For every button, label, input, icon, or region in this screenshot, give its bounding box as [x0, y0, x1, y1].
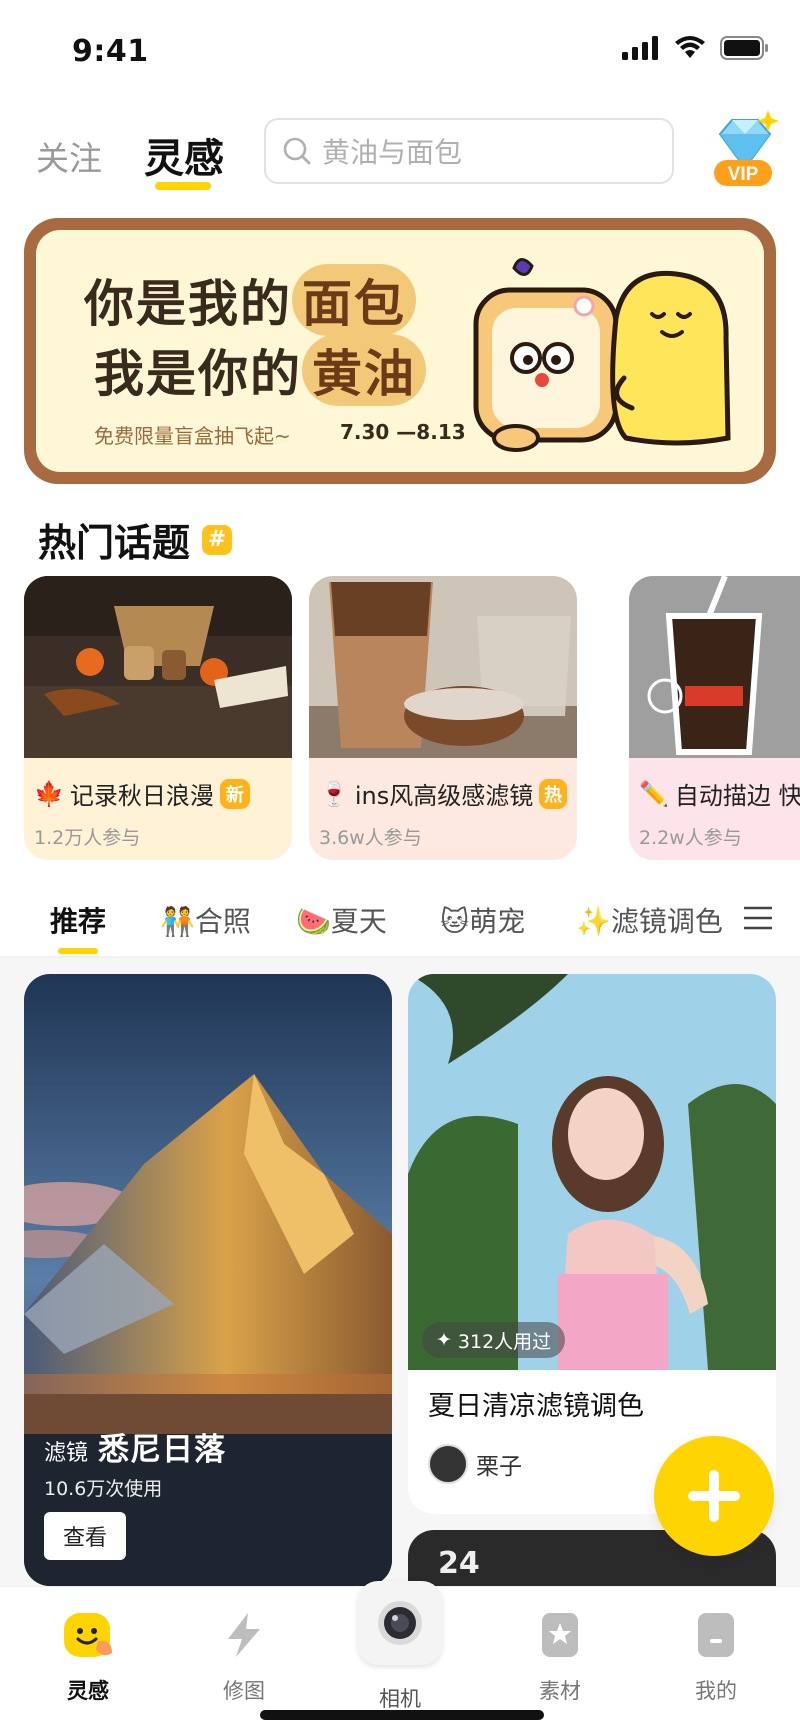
filter-label: 滤镜 悉尼日落 [44, 1424, 226, 1469]
hot-badge: 热 [539, 778, 567, 809]
sparkle-icon: ✦ [436, 1329, 452, 1351]
filter-usage-count: 10.6万次使用 [44, 1478, 163, 1500]
cellular-signal-icon [622, 36, 658, 60]
author-name: 栗子 [476, 1454, 522, 1480]
iced-coffee-image [309, 576, 577, 758]
topic-card[interactable]: 🍷 ins风高级感滤镜 热 3.6w人参与 [309, 576, 577, 860]
active-tab-indicator [155, 182, 211, 190]
topic-participants: 3.6w人参与 [319, 827, 422, 849]
create-button[interactable] [654, 1436, 774, 1556]
category-tab-recommend[interactable]: 推荐 [50, 900, 106, 940]
hashtag-icon: # [202, 524, 233, 555]
search-placeholder: 黄油与面包 [322, 136, 463, 169]
pencil-icon: ✏️ [639, 779, 669, 808]
avatar [428, 1444, 468, 1484]
summer-portrait-image [408, 974, 776, 1370]
wifi-icon [675, 36, 705, 58]
vip-label: VIP [728, 164, 759, 185]
filter-kind: 滤镜 [44, 1441, 89, 1466]
topic-card[interactable]: ✏️ 自动描边 快 2.2w人参与 [629, 576, 800, 860]
star-bookmark-icon [542, 1613, 578, 1657]
tab-follow[interactable]: 关注 [36, 132, 102, 180]
banner-highlight: 面包 [292, 264, 416, 336]
topic-name: ins风高级感滤镜 [354, 782, 534, 810]
date-number: 24 [438, 1546, 480, 1581]
plus-icon [688, 1470, 740, 1522]
lightning-icon [228, 1613, 260, 1657]
banner-content: 你是我的 面包 我是你的 黄油 免费限量盲盒抽飞起~ 7.30 —8.13 [36, 230, 764, 472]
feed-card[interactable]: 滤镜 悉尼日落 10.6万次使用 查看 [24, 974, 392, 1586]
topic-info: 🍷 ins风高级感滤镜 热 3.6w人参与 [309, 758, 577, 860]
search-icon [283, 137, 311, 165]
battery-icon [720, 36, 768, 60]
category-tab-summer[interactable]: 🍉夏天 [296, 900, 387, 940]
nav-item-edit[interactable]: 修图 [194, 1609, 294, 1705]
topic-participants: 1.2万人参与 [34, 827, 141, 849]
category-active-indicator [58, 948, 98, 954]
topic-name: 自动描边 快 [674, 782, 800, 810]
home-indicator [260, 1710, 544, 1720]
nav-label: 我的 [695, 1679, 737, 1703]
filter-name: 悉尼日落 [98, 1432, 227, 1468]
nav-item-materials[interactable]: 素材 [510, 1609, 610, 1705]
nav-label: 灵感 [67, 1679, 109, 1703]
promo-banner[interactable]: 你是我的 面包 我是你的 黄油 免费限量盲盒抽飞起~ 7.30 —8.13 [24, 218, 776, 484]
status-time: 9:41 [72, 34, 149, 69]
topic-info: 🍁 记录秋日浪漫 新 1.2万人参与 [24, 758, 292, 860]
topic-name: 记录秋日浪漫 [69, 782, 214, 810]
maple-leaf-icon: 🍁 [34, 779, 64, 808]
nav-label: 素材 [539, 1679, 581, 1703]
profile-card-icon [698, 1613, 734, 1657]
topic-card[interactable]: 🍁 记录秋日浪漫 新 1.2万人参与 [24, 576, 292, 860]
banner-headline-2: 我是你的 黄油 [94, 334, 426, 406]
usage-pill: ✦ 312人用过 [422, 1322, 566, 1358]
tab-inspire[interactable]: 灵感 [144, 126, 224, 184]
topic-title: 🍷 ins风高级感滤镜 热 [319, 776, 567, 811]
status-icons [622, 36, 770, 60]
usage-count: 312人用过 [457, 1330, 552, 1353]
topic-info: ✏️ 自动描边 快 2.2w人参与 [629, 758, 800, 860]
category-tabs: 推荐 🧑‍🤝‍🧑合照 🍉夏天 🐱萌宠 ✨滤镜调色 [0, 890, 800, 960]
banner-subtitle: 免费限量盲盒抽飞起~ [94, 424, 291, 448]
smiley-face-icon [64, 1613, 112, 1657]
topic-title: ✏️ 自动描边 快 [639, 776, 800, 811]
category-tab-filter-color[interactable]: ✨滤镜调色 [576, 900, 723, 940]
autumn-still-life-image [24, 576, 292, 758]
nav-item-profile[interactable]: 我的 [666, 1609, 766, 1705]
topic-participants: 2.2w人参与 [639, 827, 742, 849]
category-tab-pets[interactable]: 🐱萌宠 [440, 900, 525, 940]
banner-date: 7.30 —8.13 [340, 420, 466, 444]
card-title: 夏日清凉滤镜调色 [428, 1391, 644, 1422]
search-input[interactable]: 黄油与面包 [264, 118, 674, 184]
banner-text: 我是你的 [94, 345, 302, 403]
banner-highlight: 黄油 [302, 334, 426, 406]
wine-glass-icon: 🍷 [319, 779, 349, 808]
category-tab-group-photo[interactable]: 🧑‍🤝‍🧑合照 [160, 900, 251, 940]
outlined-drink-image [629, 576, 800, 758]
hot-topics-carousel[interactable]: 🍁 记录秋日浪漫 新 1.2万人参与 🍷 ins风高级感滤镜 热 3.6w人参与 [24, 576, 800, 860]
hot-topics-title: 热门话题 # [38, 512, 233, 567]
camera-button[interactable] [358, 1581, 442, 1665]
view-button[interactable]: 查看 [44, 1512, 126, 1560]
nav-item-inspire[interactable]: 灵感 [38, 1609, 138, 1705]
bread-butter-illustration [473, 258, 731, 452]
camera-label: 相机 [379, 1687, 421, 1711]
topic-title: 🍁 记录秋日浪漫 新 [34, 776, 282, 811]
menu-icon[interactable] [744, 906, 772, 930]
hot-topics-heading: 热门话题 [38, 521, 191, 565]
new-badge: 新 [219, 778, 250, 809]
vip-diamond-icon[interactable]: VIP [708, 110, 782, 188]
author-row[interactable]: 栗子 [428, 1444, 522, 1484]
camera-lens-icon [378, 1601, 422, 1645]
nav-label: 修图 [223, 1679, 265, 1703]
feed-card[interactable]: ✦ 312人用过 夏日清凉滤镜调色 栗子 [408, 974, 776, 1514]
status-bar: 9:41 [0, 0, 800, 100]
top-nav: 关注 灵感 黄油与面包 VIP [0, 110, 800, 200]
banner-text: 你是我的 [84, 275, 292, 333]
banner-headline-1: 你是我的 面包 [84, 264, 416, 336]
